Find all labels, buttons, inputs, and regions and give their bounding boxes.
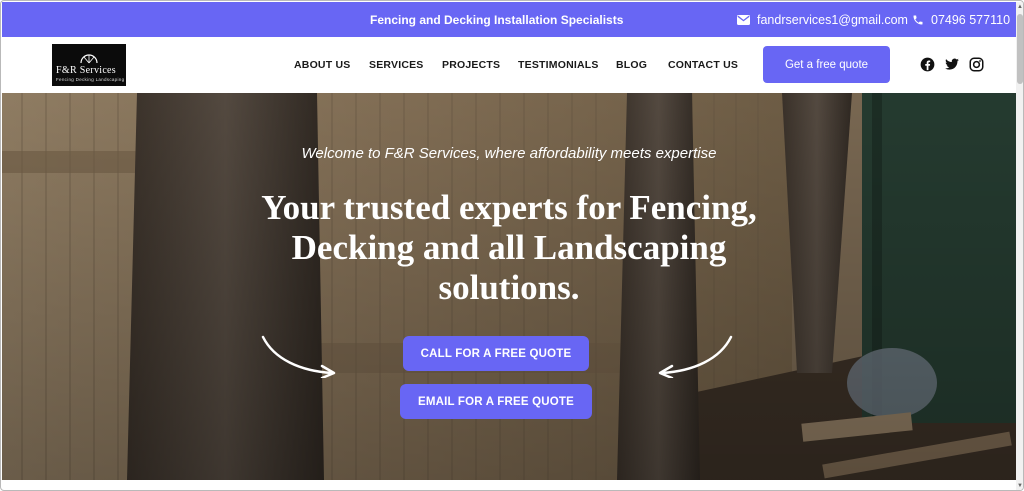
phone-icon bbox=[913, 15, 923, 25]
top-info-bar: Fencing and Decking Installation Special… bbox=[2, 2, 1016, 37]
nav-about[interactable]: ABOUT US bbox=[294, 59, 350, 71]
twitter-icon[interactable] bbox=[944, 57, 960, 72]
left-curved-arrow-icon bbox=[261, 335, 336, 378]
tagline: Fencing and Decking Installation Special… bbox=[370, 13, 624, 27]
nav-projects[interactable]: PROJECTS bbox=[442, 59, 500, 71]
instagram-icon[interactable] bbox=[969, 57, 984, 72]
email-text[interactable]: fandrservices1@gmail.com bbox=[757, 13, 908, 27]
email-free-quote-button[interactable]: EMAIL FOR A FREE QUOTE bbox=[400, 384, 592, 419]
nav-contact[interactable]: CONTACT US bbox=[668, 59, 738, 71]
logo-name: F&R Services bbox=[56, 65, 116, 76]
logo-arc-icon bbox=[80, 54, 98, 64]
nav-services[interactable]: SERVICES bbox=[369, 59, 424, 71]
facebook-icon[interactable] bbox=[920, 57, 935, 72]
logo-subtitle: Fencing Decking Landscaping bbox=[56, 77, 125, 82]
phone-text[interactable]: 07496 577110 bbox=[931, 13, 1010, 27]
nav-testimonials[interactable]: TESTIMONIALS bbox=[518, 59, 599, 71]
email-link[interactable]: fandrservices1@gmail.com bbox=[737, 13, 908, 27]
right-curved-arrow-icon bbox=[658, 335, 733, 378]
get-quote-button[interactable]: Get a free quote bbox=[763, 46, 890, 83]
hero-welcome-text: Welcome to F&R Services, where affordabi… bbox=[301, 145, 717, 162]
site-logo[interactable]: F&R Services Fencing Decking Landscaping bbox=[52, 44, 126, 86]
scroll-down-icon[interactable]: ▼ bbox=[1017, 483, 1023, 489]
call-free-quote-button[interactable]: CALL FOR A FREE QUOTE bbox=[403, 336, 589, 371]
nav-blog[interactable]: BLOG bbox=[616, 59, 647, 71]
hero-section: Welcome to F&R Services, where affordabi… bbox=[2, 93, 1016, 480]
browser-viewport: Fencing and Decking Installation Special… bbox=[0, 0, 1024, 491]
scroll-up-icon[interactable]: ▲ bbox=[1017, 4, 1023, 10]
scrollbar[interactable]: ▲ ▼ bbox=[1016, 2, 1023, 490]
envelope-icon bbox=[737, 15, 750, 25]
hero-headline: Your trusted experts for Fencing, Deckin… bbox=[261, 188, 757, 307]
phone-link[interactable]: 07496 577110 bbox=[912, 13, 1010, 27]
site-header: F&R Services Fencing Decking Landscaping… bbox=[2, 37, 1016, 93]
scrollbar-thumb[interactable] bbox=[1017, 14, 1023, 84]
